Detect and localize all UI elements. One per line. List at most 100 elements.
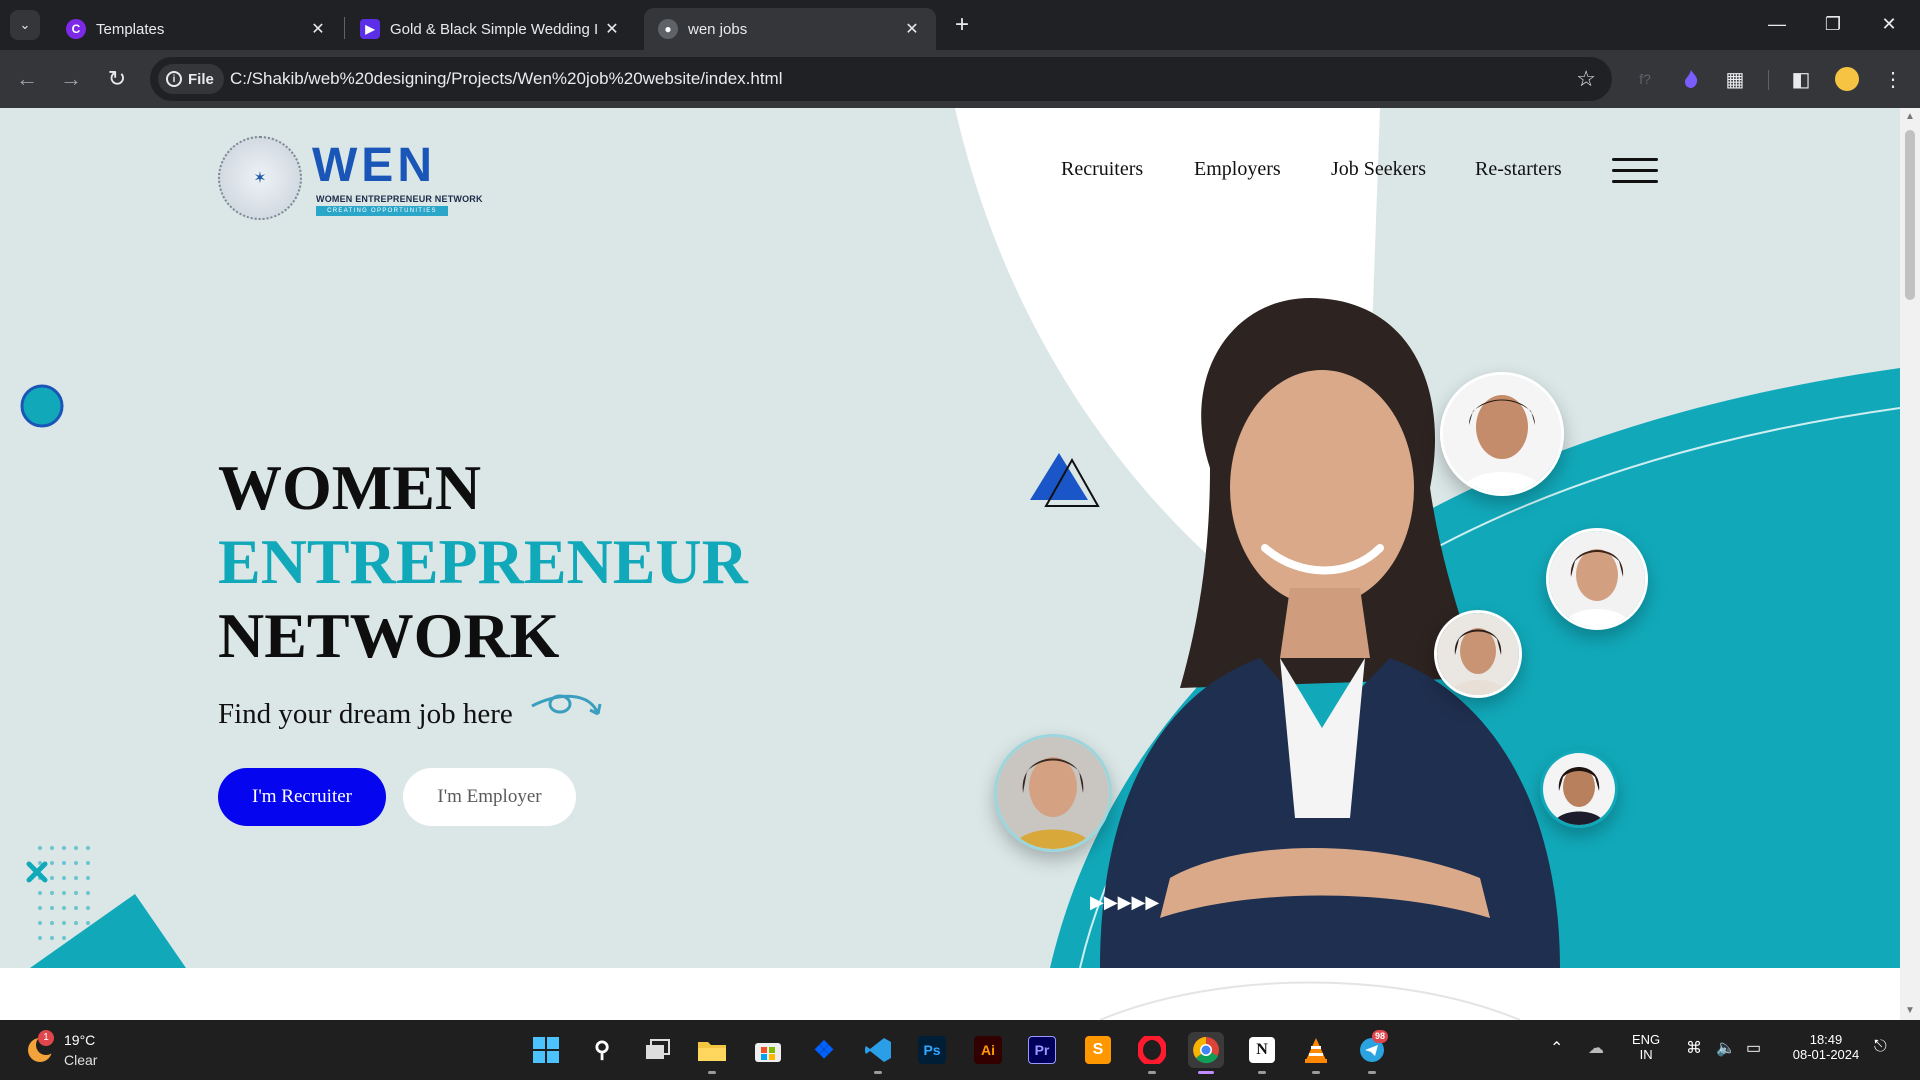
logo-globe-icon[interactable]: ✶: [218, 136, 302, 220]
battery-icon[interactable]: ▭: [1746, 1038, 1761, 1058]
windows-taskbar: 1 19°C Clear ⚲ ❖ Ps Ai Pr S N 98 ⌃ ☁ ENG: [0, 1020, 1920, 1080]
extension-flame-icon[interactable]: [1676, 64, 1706, 94]
site-info-chip[interactable]: i File: [158, 64, 224, 94]
running-indicator: [874, 1071, 882, 1074]
employer-button[interactable]: I'm Employer: [403, 768, 576, 826]
tab-wen-jobs[interactable]: ● wen jobs ✕: [644, 8, 936, 50]
back-arrow-icon[interactable]: ←: [12, 64, 42, 94]
weather-moon-icon[interactable]: 1: [24, 1030, 56, 1064]
dot-grid-shape: [38, 846, 90, 940]
forward-arrow-icon[interactable]: →: [56, 64, 86, 94]
extensions-puzzle-icon[interactable]: ▦: [1720, 64, 1750, 94]
globe-icon: ●: [658, 19, 678, 39]
side-panel-icon[interactable]: ◧: [1786, 64, 1816, 94]
search-icon[interactable]: ⚲: [584, 1032, 620, 1068]
extension-faded-icon[interactable]: f?: [1630, 64, 1660, 94]
scrollbar-thumb[interactable]: [1905, 130, 1915, 300]
weather-temperature[interactable]: 19°C: [64, 1032, 95, 1048]
close-tab-icon[interactable]: ✕: [902, 19, 922, 39]
tab-title: Gold & Black Simple Wedding I: [390, 20, 599, 38]
close-window-icon[interactable]: ✕: [1866, 8, 1912, 40]
address-bar[interactable]: i File C:/Shakib/web%20designing/Project…: [150, 57, 1612, 101]
profile-avatar[interactable]: [1832, 64, 1862, 94]
tray-overflow-chevron-icon[interactable]: ⌃: [1550, 1038, 1563, 1058]
logo-subtitle: WOMEN ENTREPRENEUR NETWORK: [316, 194, 483, 204]
logo-wordmark[interactable]: WEN: [312, 142, 436, 190]
volume-icon[interactable]: 🔈: [1716, 1038, 1736, 1058]
tab-divider: [344, 17, 345, 39]
nav-link-employers[interactable]: Employers: [1194, 158, 1281, 181]
nav-link-recruiters[interactable]: Recruiters: [1061, 158, 1143, 181]
clock-time: 18:49: [1809, 1032, 1843, 1047]
file-explorer-icon[interactable]: [694, 1032, 730, 1068]
hero-title-line1: WOMEN: [218, 452, 482, 523]
vscode-icon[interactable]: [860, 1032, 896, 1068]
canva-icon: C: [66, 19, 86, 39]
telegram-icon[interactable]: 98: [1354, 1030, 1390, 1068]
windows-start-icon[interactable]: [528, 1032, 564, 1068]
clock[interactable]: 18:49 08-01-2024: [1786, 1032, 1866, 1062]
active-indicator: [1198, 1071, 1214, 1074]
teal-corner-triangle: [30, 894, 186, 968]
running-indicator: [1312, 1071, 1320, 1074]
photoshop-icon[interactable]: Ps: [914, 1032, 950, 1068]
hero-section: ✶ WEN WOMEN ENTREPRENEUR NETWORK CREATIN…: [0, 108, 1900, 968]
close-tab-icon[interactable]: ✕: [602, 19, 622, 39]
notification-bell-icon[interactable]: ⎋: [1874, 1038, 1887, 1056]
url-text[interactable]: C:/Shakib/web%20designing/Projects/Wen%2…: [230, 69, 783, 89]
info-icon: i: [166, 71, 182, 87]
next-section-arc: [1100, 981, 1520, 1020]
scroll-up-arrow-icon[interactable]: ▲: [1900, 108, 1920, 126]
microsoft-store-icon[interactable]: [750, 1032, 786, 1068]
hamburger-menu-icon[interactable]: [1612, 158, 1658, 184]
site-info-label: File: [188, 70, 214, 88]
running-indicator: [1148, 1071, 1156, 1074]
more-menu-icon[interactable]: ⋮: [1878, 64, 1908, 94]
toolbar-divider: [1768, 70, 1769, 90]
tab-search-menu-button[interactable]: ⌄: [10, 10, 40, 40]
cloud-offline-icon[interactable]: ☁: [1588, 1038, 1604, 1058]
language-indicator[interactable]: ENG IN: [1632, 1032, 1660, 1062]
weather-badge: 1: [38, 1030, 54, 1046]
opera-icon[interactable]: [1134, 1032, 1170, 1068]
close-tab-icon[interactable]: ✕: [308, 19, 328, 39]
vlc-icon[interactable]: [1298, 1032, 1334, 1068]
avatar-woman-5: [1540, 750, 1618, 828]
bookmark-star-icon[interactable]: ☆: [1576, 66, 1596, 92]
nav-link-re-starters[interactable]: Re-starters: [1475, 158, 1562, 181]
avatar-woman-1: [1440, 372, 1564, 496]
recruiter-button[interactable]: I'm Recruiter: [218, 768, 386, 826]
reload-icon[interactable]: ↻: [102, 64, 132, 94]
tab-title: Templates: [96, 20, 165, 38]
wifi-icon[interactable]: ⌘: [1686, 1038, 1702, 1058]
notion-icon[interactable]: N: [1244, 1032, 1280, 1068]
teal-cross-shape: [26, 861, 48, 883]
weather-description[interactable]: Clear: [64, 1052, 97, 1068]
hero-woman-photo: [1100, 298, 1560, 968]
scroll-down-arrow-icon[interactable]: ▼: [1900, 1002, 1920, 1020]
tab-title: wen jobs: [688, 20, 748, 38]
restore-icon[interactable]: ❐: [1810, 8, 1856, 40]
minimize-icon[interactable]: —: [1754, 8, 1800, 40]
premiere-pro-icon[interactable]: Pr: [1024, 1032, 1060, 1068]
tab-templates[interactable]: C Templates ✕: [52, 8, 342, 50]
dropbox-icon[interactable]: ❖: [806, 1032, 842, 1068]
avatar-woman-3: [1434, 610, 1522, 698]
telegram-badge: 98: [1372, 1030, 1389, 1043]
hero-title-line2: ENTREPRENEUR: [218, 526, 748, 597]
chrome-icon[interactable]: [1188, 1032, 1224, 1068]
page-scrollbar[interactable]: ▲ ▼: [1900, 108, 1920, 1020]
teal-dot-shape: [20, 384, 64, 428]
hero-subtitle: Find your dream job here: [218, 698, 513, 730]
language-code: ENG: [1632, 1032, 1661, 1047]
avatar-woman-4: [994, 734, 1112, 852]
tab-wedding[interactable]: ▶ Gold & Black Simple Wedding I ✕: [346, 8, 636, 50]
task-view-icon[interactable]: [640, 1032, 676, 1068]
new-tab-button[interactable]: +: [948, 12, 976, 40]
sublime-text-icon[interactable]: S: [1080, 1032, 1116, 1068]
illustrator-icon[interactable]: Ai: [970, 1032, 1006, 1068]
region-code: IN: [1639, 1047, 1653, 1062]
running-indicator: [1368, 1071, 1376, 1074]
nav-link-job-seekers[interactable]: Job Seekers: [1331, 158, 1426, 181]
browser-tab-bar: ⌄ C Templates ✕ ▶ Gold & Black Simple We…: [0, 0, 1920, 50]
